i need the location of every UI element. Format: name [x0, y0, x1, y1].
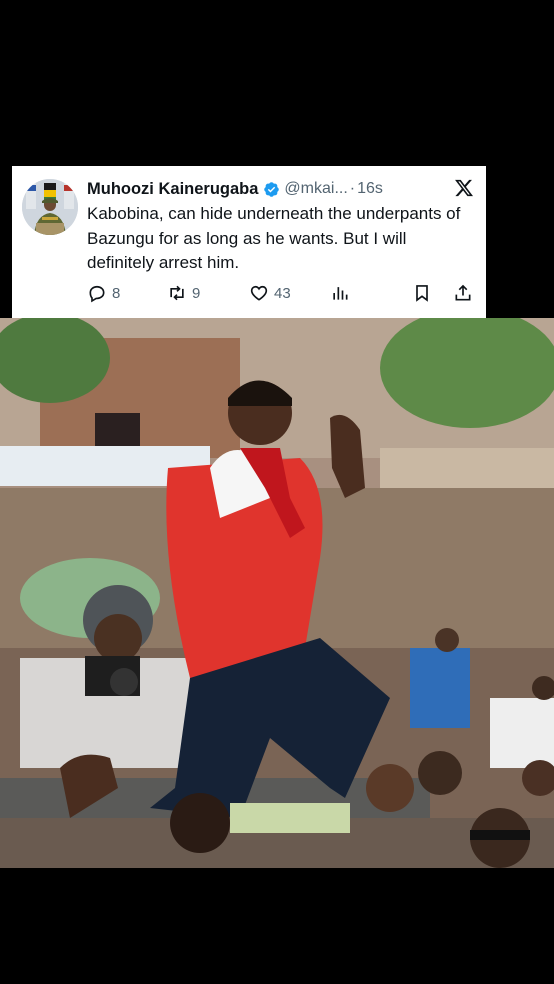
like-button[interactable]: 43 — [249, 280, 291, 306]
verified-badge-icon — [264, 181, 280, 197]
author-name[interactable]: Muhoozi Kainerugaba — [87, 180, 258, 199]
retweet-count: 9 — [192, 284, 201, 302]
views-button[interactable] — [330, 280, 350, 306]
tweet-text: Kabobina, can hide underneath the underp… — [87, 204, 461, 272]
x-logo-icon[interactable] — [454, 178, 474, 198]
tweet-card[interactable]: Muhoozi Kainerugaba @mkai... · 16s Kabob… — [12, 166, 486, 318]
author-handle[interactable]: @mkai... — [284, 180, 347, 198]
views-icon — [333, 287, 348, 300]
like-count: 43 — [274, 284, 291, 302]
tweet-timestamp[interactable]: 16s — [357, 180, 383, 198]
bookmark-icon — [416, 285, 428, 302]
separator-dot: · — [349, 180, 356, 197]
share-icon — [455, 284, 471, 301]
tweet-header: Muhoozi Kainerugaba @mkai... · 16s — [87, 178, 383, 200]
reply-button[interactable]: 8 — [87, 280, 120, 306]
retweet-icon — [170, 285, 184, 301]
heart-icon — [250, 285, 268, 301]
tweet-actions: 8 9 43 — [87, 280, 477, 306]
photo-scene — [0, 318, 554, 868]
bookmark-button[interactable] — [412, 280, 432, 306]
reply-count: 8 — [112, 284, 121, 302]
news-photo[interactable] — [0, 318, 554, 868]
share-button[interactable] — [453, 280, 473, 306]
retweet-button[interactable]: 9 — [167, 280, 200, 306]
reply-icon — [89, 285, 105, 303]
avatar-image — [22, 179, 78, 235]
author-avatar[interactable] — [22, 179, 78, 235]
